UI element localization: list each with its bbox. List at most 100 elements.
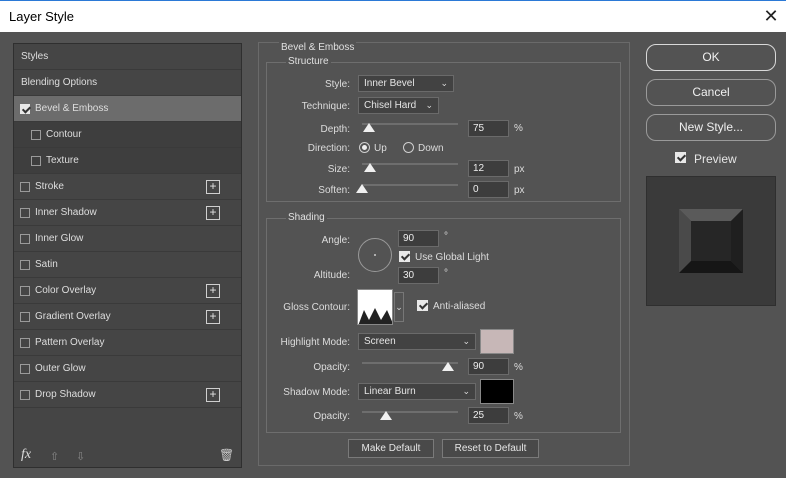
soften-slider-track[interactable] [362,184,458,186]
style-item-pattern-overlay[interactable]: Pattern Overlay [14,330,241,356]
chevron-down-icon: ⌄ [462,386,470,396]
preview-thumbnail [646,176,776,306]
gloss-contour-swatch[interactable] [357,289,393,325]
style-select-value: Inner Bevel [364,78,415,89]
add-effect-icon[interactable]: + [206,310,220,324]
shadow-opacity-track[interactable] [362,411,458,413]
bevel-preview-image [679,209,743,273]
style-label: Style: [324,79,350,90]
direction-up-radio[interactable] [359,142,370,153]
size-slider-knob[interactable] [363,163,376,172]
add-effect-icon[interactable]: + [206,206,220,220]
depth-input[interactable]: 75 [468,120,509,137]
style-item-checkbox[interactable] [20,104,30,114]
style-item-checkbox[interactable] [20,182,30,192]
shading-group [266,218,621,433]
style-item-checkbox[interactable] [20,390,30,400]
make-default-button[interactable]: Make Default [348,439,434,458]
style-item-label: Outer Glow [35,363,86,374]
style-item-checkbox[interactable] [20,364,30,374]
angle-dial[interactable] [358,238,392,272]
style-item-gradient-overlay[interactable]: Gradient Overlay + [14,304,241,330]
shadow-opacity-unit: % [514,411,523,422]
direction-label: Direction: [307,143,350,154]
direction-down-radio[interactable] [403,142,414,153]
technique-label: Technique: [301,101,350,112]
style-item-inner-glow[interactable]: Inner Glow [14,226,241,252]
style-item-texture[interactable]: Texture [14,148,241,174]
move-up-icon[interactable]: ⇧ [50,450,59,463]
depth-slider-knob[interactable] [363,123,376,132]
style-select[interactable]: Inner Bevel ⌄ [358,75,454,92]
technique-select[interactable]: Chisel Hard ⌄ [358,97,439,114]
shadow-opacity-knob[interactable] [380,411,392,420]
highlight-opacity-input[interactable]: 90 [468,358,509,375]
preview-checkbox[interactable] [675,152,686,163]
contour-shape-icon [358,308,392,324]
reset-to-default-button[interactable]: Reset to Default [442,439,539,458]
style-item-blending-options[interactable]: Blending Options [14,70,241,96]
shadow-opacity-input[interactable]: 25 [468,407,509,424]
add-effect-icon[interactable]: + [206,180,220,194]
shadow-mode-select[interactable]: Linear Burn ⌄ [358,383,476,400]
depth-slider-track[interactable] [362,123,458,125]
size-unit: px [514,164,525,175]
anti-aliased-checkbox[interactable] [417,300,428,311]
styles-list-panel: Styles Blending Options Bevel & Emboss Cont… [13,43,242,468]
fx-icon[interactable]: fx [21,447,31,463]
style-item-outer-glow[interactable]: Outer Glow [14,356,241,382]
style-item-checkbox[interactable] [31,130,41,140]
add-effect-icon[interactable]: + [206,284,220,298]
title-bar: Layer Style ✕ [0,0,786,32]
style-item-drop-shadow[interactable]: Drop Shadow + [14,382,241,408]
size-slider-track[interactable] [362,163,458,165]
style-item-checkbox[interactable] [31,156,41,166]
style-item-checkbox[interactable] [20,234,30,244]
altitude-input[interactable]: 30 [398,267,439,284]
style-item-checkbox[interactable] [20,260,30,270]
shadow-opacity-label: Opacity: [313,411,350,422]
style-item-label: Blending Options [21,77,98,88]
style-item-bevel-emboss[interactable]: Bevel & Emboss [14,96,241,122]
style-item-stroke[interactable]: Stroke + [14,174,241,200]
style-item-checkbox[interactable] [20,338,30,348]
shadow-color-swatch[interactable] [480,379,514,404]
style-item-satin[interactable]: Satin [14,252,241,278]
cancel-button[interactable]: Cancel [646,79,776,106]
style-item-label: Pattern Overlay [35,337,105,348]
new-style-button[interactable]: New Style... [646,114,776,141]
style-item-contour[interactable]: Contour [14,122,241,148]
move-down-icon[interactable]: ⇩ [76,450,85,463]
style-item-inner-shadow[interactable]: Inner Shadow + [14,200,241,226]
size-input[interactable]: 12 [468,160,509,177]
direction-up-label: Up [374,143,387,154]
chevron-down-icon[interactable]: ⌄ [394,292,404,322]
highlight-opacity-knob[interactable] [442,362,455,371]
style-item-checkbox[interactable] [20,286,30,296]
chevron-down-icon: ⌄ [440,78,448,88]
anti-aliased-label: Anti-aliased [433,301,486,312]
style-item-label: Stroke [35,181,64,192]
close-icon[interactable]: ✕ [759,4,783,28]
highlight-color-swatch[interactable] [480,329,514,354]
add-effect-icon[interactable]: + [206,388,220,402]
soften-slider-knob[interactable] [356,184,368,193]
shadow-mode-label: Shadow Mode: [283,387,350,398]
technique-select-value: Chisel Hard [364,100,417,111]
soften-input[interactable]: 0 [468,181,509,198]
shading-title: Shading [286,212,327,223]
trash-icon[interactable]: 🗑 [219,448,234,462]
global-light-checkbox[interactable] [399,251,410,262]
window-title: Layer Style [9,9,75,24]
ok-button[interactable]: OK [646,44,776,71]
angle-input[interactable]: 90 [398,230,439,247]
style-item-color-overlay[interactable]: Color Overlay + [14,278,241,304]
style-item-checkbox[interactable] [20,208,30,218]
style-item-label: Drop Shadow [35,389,96,400]
soften-unit: px [514,185,525,196]
highlight-mode-select[interactable]: Screen ⌄ [358,333,476,350]
style-item-styles[interactable]: Styles [14,44,241,70]
style-item-checkbox[interactable] [20,312,30,322]
style-item-label: Texture [46,155,79,166]
highlight-mode-value: Screen [364,336,396,347]
